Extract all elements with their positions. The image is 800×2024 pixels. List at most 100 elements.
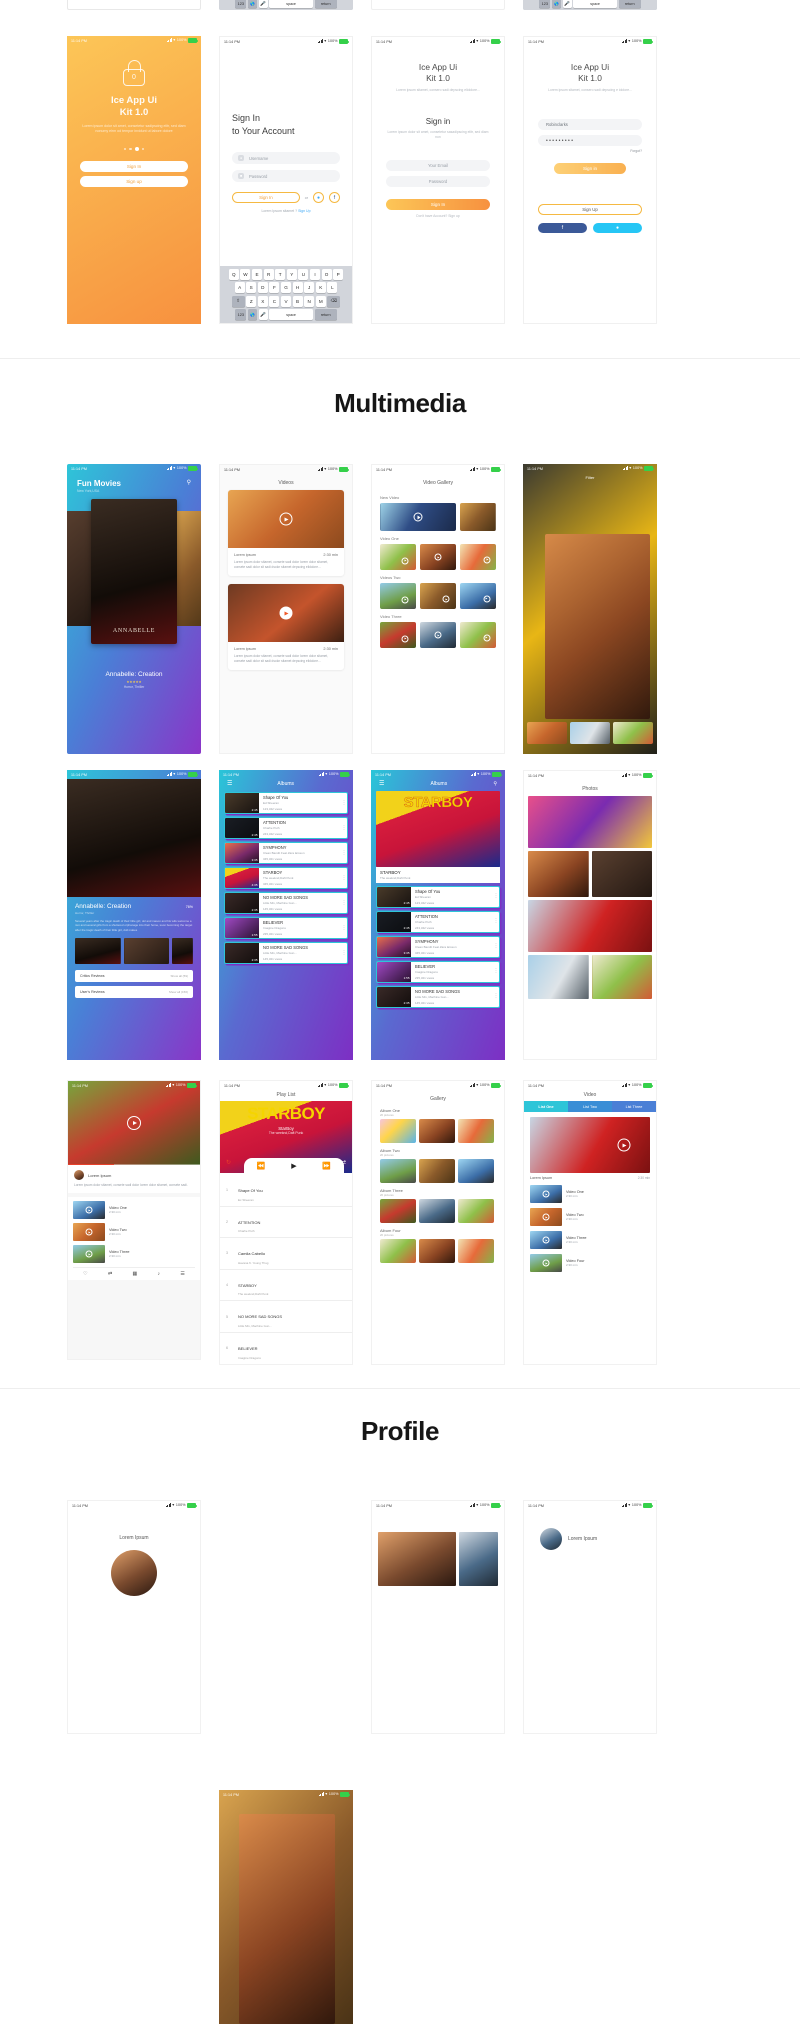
shuffle-icon[interactable]: ⇄ bbox=[108, 1271, 112, 1277]
playlist-row[interactable]: 2 ATTENTION Charlie Puth bbox=[220, 1207, 352, 1239]
video-list-item[interactable]: Video Two 2:30 min bbox=[530, 1208, 650, 1226]
photo-tile[interactable] bbox=[592, 851, 653, 897]
facebook-icon[interactable]: f bbox=[329, 192, 340, 203]
signin-button[interactable]: Sign In bbox=[80, 161, 188, 172]
username-input[interactable]: Robinclarks bbox=[538, 119, 642, 130]
repeat-icon[interactable]: ↻ bbox=[226, 1159, 231, 1166]
album-row[interactable]: 1:55 BELIEVER Imagine Dragons 235,321 vi… bbox=[224, 917, 348, 939]
play-icon[interactable] bbox=[280, 513, 293, 526]
key-space[interactable]: space bbox=[269, 309, 313, 320]
key-h[interactable]: H bbox=[293, 282, 303, 293]
critics-reviews-row[interactable]: Critics Reviews Show all (59) bbox=[75, 970, 193, 982]
more-options-icon[interactable]: ⋮ bbox=[341, 802, 347, 805]
album-row[interactable]: 2:45 ATTENTION Charlie Puth 243,342 view… bbox=[376, 911, 500, 933]
signup-button[interactable]: Sign Up bbox=[538, 204, 642, 215]
video-card[interactable]: Lorem ipsum 2:30 min Lorem ipsum dolor s… bbox=[228, 490, 344, 576]
more-options-icon[interactable]: ⋮ bbox=[341, 877, 347, 880]
key-i[interactable]: I bbox=[310, 269, 320, 280]
still-thumbnail[interactable] bbox=[124, 938, 170, 964]
search-icon[interactable]: ⚲ bbox=[493, 781, 497, 787]
play-icon[interactable] bbox=[280, 607, 293, 620]
signup-prompt[interactable]: Don't have Account? Sign up bbox=[386, 214, 490, 219]
player-controls[interactable]: ⏪ ▶ ⏩ bbox=[244, 1158, 344, 1174]
signin-submit-button[interactable]: Sign in bbox=[554, 163, 626, 174]
key-q[interactable]: Q bbox=[229, 269, 239, 280]
key-v[interactable]: V bbox=[281, 296, 291, 307]
signin-submit-button[interactable]: Sign In bbox=[386, 199, 490, 210]
key-123[interactable]: 123 bbox=[235, 0, 246, 8]
globe-icon[interactable]: 🌎 bbox=[552, 0, 561, 8]
avatar[interactable] bbox=[540, 1528, 562, 1550]
twitter-icon[interactable]: ● bbox=[313, 192, 324, 203]
key-n[interactable]: N bbox=[304, 296, 314, 307]
filter-thumbnail[interactable] bbox=[527, 722, 567, 744]
gallery-thumb[interactable] bbox=[380, 1119, 416, 1143]
video-list-item[interactable]: Video Three 2:30 min bbox=[530, 1231, 650, 1249]
gallery-thumb[interactable] bbox=[419, 1119, 455, 1143]
photo-tile[interactable] bbox=[528, 955, 589, 999]
playlist-row[interactable]: 1 Shape Of You Ec Sheeran bbox=[220, 1175, 352, 1207]
play-icon[interactable] bbox=[402, 596, 409, 603]
gallery-thumb[interactable] bbox=[460, 583, 496, 609]
gallery-thumb[interactable] bbox=[419, 1199, 455, 1223]
avatar[interactable] bbox=[111, 1550, 157, 1596]
forgot-password-link[interactable]: Forgot? bbox=[538, 149, 642, 153]
playlist-row[interactable]: 6 BELIEVER Imagine Dragons bbox=[220, 1333, 352, 1365]
play-icon[interactable] bbox=[127, 1116, 141, 1130]
video-card[interactable]: Lorem ipsum 2:30 min Lorem ipsum dolor s… bbox=[228, 584, 344, 670]
key-d[interactable]: D bbox=[258, 282, 268, 293]
tab-bar[interactable]: List One List Two List Three bbox=[524, 1101, 656, 1112]
key-return[interactable]: return bbox=[315, 309, 337, 320]
album-row[interactable]: 2:45 Shape Of You Ed Sheeran 123,342 vie… bbox=[376, 886, 500, 908]
album-row[interactable]: 2:35 NO MORE SAD SONGS Little Mix, Machi… bbox=[376, 986, 500, 1008]
play-icon[interactable] bbox=[484, 556, 491, 563]
music-icon[interactable]: ♪ bbox=[158, 1271, 161, 1277]
key-g[interactable]: G bbox=[281, 282, 291, 293]
more-options-icon[interactable]: ⋮ bbox=[493, 895, 499, 898]
video-hero[interactable] bbox=[530, 1117, 650, 1173]
key-k[interactable]: K bbox=[316, 282, 326, 293]
key-j[interactable]: J bbox=[304, 282, 314, 293]
key-return[interactable]: return bbox=[315, 0, 337, 8]
video-thumbnail[interactable] bbox=[228, 490, 344, 548]
play-icon[interactable] bbox=[483, 595, 490, 602]
next-icon[interactable]: ⏩ bbox=[322, 1162, 331, 1170]
video-list-item[interactable]: Video Three 2:30 min bbox=[73, 1245, 195, 1263]
video-list-item[interactable]: Video Two 2:30 min bbox=[73, 1223, 195, 1241]
avatar[interactable] bbox=[74, 1170, 84, 1180]
profile-photo[interactable] bbox=[459, 1532, 498, 1586]
key-123[interactable]: 123 bbox=[235, 309, 246, 320]
photo-tile[interactable] bbox=[592, 955, 653, 999]
gallery-thumb[interactable] bbox=[380, 1239, 416, 1263]
key-l[interactable]: L bbox=[327, 282, 337, 293]
gallery-thumb[interactable] bbox=[458, 1159, 494, 1183]
gallery-thumb[interactable] bbox=[458, 1239, 494, 1263]
mic-icon[interactable]: 🎤 bbox=[259, 0, 268, 8]
still-thumbnail[interactable] bbox=[172, 938, 193, 964]
play-icon[interactable] bbox=[483, 634, 490, 641]
key-m[interactable]: M bbox=[316, 296, 326, 307]
gallery-thumb[interactable] bbox=[380, 1159, 416, 1183]
key-e[interactable]: E bbox=[252, 269, 262, 280]
gallery-thumb[interactable] bbox=[458, 1199, 494, 1223]
play-icon[interactable] bbox=[402, 557, 409, 564]
equalizer-icon[interactable]: ☰ bbox=[180, 1271, 184, 1277]
tab-list-three[interactable]: List Three bbox=[612, 1101, 656, 1112]
mic-icon[interactable]: 🎤 bbox=[563, 0, 572, 8]
search-icon[interactable]: ⚲ bbox=[187, 479, 191, 486]
gallery-thumb[interactable] bbox=[460, 503, 496, 531]
poster-featured[interactable]: ANNABELLE bbox=[91, 499, 177, 644]
photo-tile[interactable] bbox=[528, 900, 652, 952]
gallery-thumb[interactable] bbox=[380, 622, 416, 648]
key-space[interactable]: space bbox=[573, 0, 617, 8]
album-row[interactable]: 2:45 ATTENTION Charlie Puth 243,342 view… bbox=[224, 817, 348, 839]
facebook-icon[interactable]: f bbox=[538, 223, 587, 233]
playlist-row[interactable]: 4 STARBOY The weeknd,Daft Punk bbox=[220, 1270, 352, 1302]
key-123[interactable]: 123 bbox=[539, 0, 550, 8]
play-icon[interactable] bbox=[543, 1191, 550, 1198]
album-row[interactable]: 2:35 NO MORE SAD SONGS Little Mix, Machi… bbox=[224, 942, 348, 964]
play-icon[interactable] bbox=[402, 635, 409, 642]
gallery-thumb[interactable] bbox=[380, 544, 416, 570]
photo-tile[interactable] bbox=[528, 796, 652, 848]
more-options-icon[interactable]: ⋮ bbox=[341, 902, 347, 905]
